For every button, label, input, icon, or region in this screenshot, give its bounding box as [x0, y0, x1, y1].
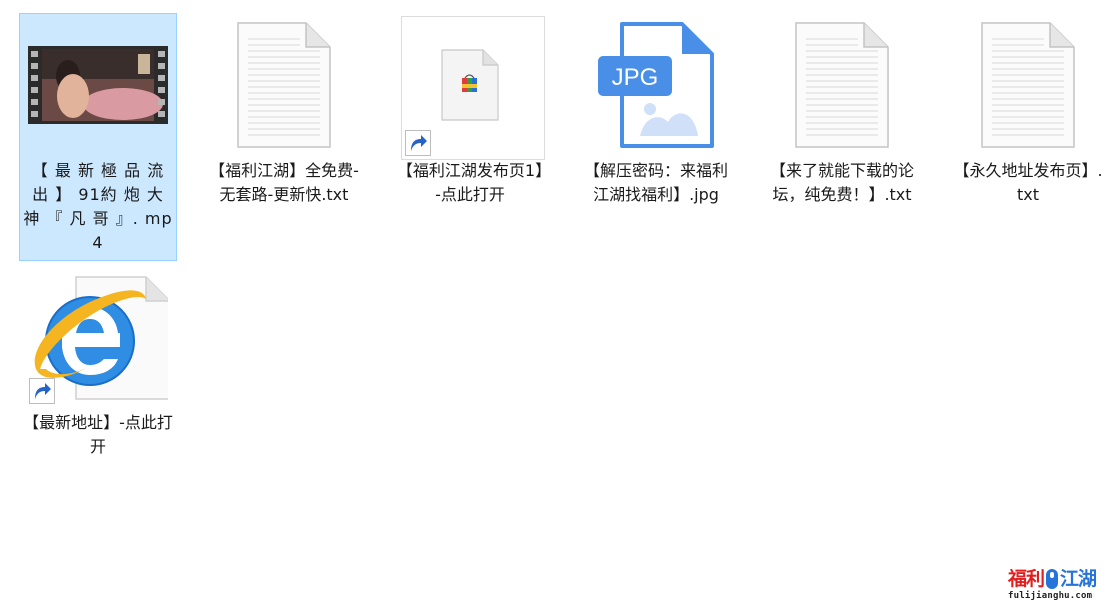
watermark-text-red: 福利: [1008, 568, 1045, 590]
file-item-text[interactable]: 【福利江湖】全免费-无套路-更新快.txt: [205, 13, 363, 233]
video-thumbnail-icon: [23, 14, 173, 156]
file-label: 【 最 新 極 品 流 出 】 91約 炮 大 神 『 凡 哥 』. mp4: [23, 161, 173, 252]
text-file-icon: [209, 14, 359, 156]
file-item-text[interactable]: 【来了就能下载的论坛，纯免费！】.txt: [763, 13, 921, 237]
watermark-domain: fulijianghu.com: [1008, 591, 1093, 601]
watermark-logo: 福利 江湖 fulijianghu.com: [1008, 568, 1104, 610]
file-item-image[interactable]: JPG 【解压密码：来福利江湖找福利】.jpg: [577, 13, 735, 237]
mouse-icon: [1046, 569, 1059, 589]
watermark-title: 福利 江湖: [1008, 568, 1104, 590]
file-label: 【福利江湖发布页1】-点此打开: [396, 161, 544, 204]
shortcut-arrow-icon: [405, 130, 431, 156]
jpg-badge-text: JPG: [612, 64, 659, 91]
file-label: 【解压密码：来福利江湖找福利】.jpg: [583, 161, 728, 204]
watermark-text-blue: 江湖: [1060, 568, 1097, 590]
text-file-icon: [767, 14, 917, 156]
file-item-shortcut[interactable]: 【最新地址】-点此打开: [19, 268, 177, 464]
file-item-video[interactable]: 【 最 新 極 品 流 出 】 91約 炮 大 神 『 凡 哥 』. mp4: [19, 13, 177, 261]
file-item-text[interactable]: 【永久地址发布页】.txt: [949, 13, 1107, 213]
file-label: 【来了就能下载的论坛，纯免费！】.txt: [769, 161, 914, 204]
internet-explorer-icon: [23, 269, 173, 408]
web-shortcut-icon: [395, 14, 545, 160]
file-label: 【最新地址】-点此打开: [23, 413, 173, 456]
text-file-icon: [953, 14, 1103, 156]
file-label: 【福利江湖】全免费-无套路-更新快.txt: [209, 161, 359, 204]
jpg-file-icon: JPG: [581, 14, 731, 156]
shortcut-arrow-icon: [29, 378, 55, 404]
file-label: 【永久地址发布页】.txt: [953, 161, 1103, 204]
file-item-shortcut[interactable]: 【福利江湖发布页1】-点此打开: [391, 13, 549, 213]
